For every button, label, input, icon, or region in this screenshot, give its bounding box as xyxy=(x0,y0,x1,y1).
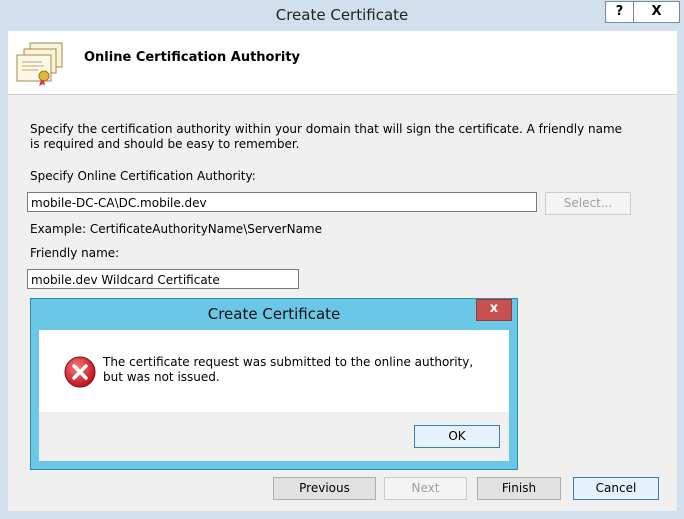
authority-input[interactable]: mobile-DC-CA\DC.mobile.dev xyxy=(27,192,537,212)
dialog-message: The certificate request was submitted to… xyxy=(103,355,474,384)
page-title: Online Certification Authority xyxy=(84,50,301,65)
authority-label: Specify Online Certification Authority: xyxy=(30,169,256,183)
previous-button[interactable]: Previous xyxy=(273,477,376,500)
dialog-title: Create Certificate xyxy=(207,305,341,323)
finish-button[interactable]: Finish xyxy=(477,477,561,500)
description-text: Specify the certification authority with… xyxy=(30,122,623,151)
friendly-name-label: Friendly name: xyxy=(30,246,120,260)
next-button[interactable]: Next xyxy=(384,477,467,500)
example-text: Example: CertificateAuthorityName\Server… xyxy=(30,222,322,236)
close-button[interactable]: X xyxy=(633,1,680,23)
cancel-button[interactable]: Cancel xyxy=(573,477,659,500)
select-button[interactable]: Select... xyxy=(545,192,631,215)
title-bar: Create Certificate ? X xyxy=(0,0,684,31)
help-button[interactable]: ? xyxy=(605,1,634,23)
create-certificate-window: Create Certificate ? X Online Certificat… xyxy=(0,0,684,519)
dialog-content: The certificate request was submitted to… xyxy=(39,330,509,412)
error-dialog: Create Certificate x The certificate req… xyxy=(30,298,518,470)
dialog-body: The certificate request was submitted to… xyxy=(39,330,509,461)
window-title: Create Certificate xyxy=(275,6,409,24)
friendly-name-input[interactable]: mobile.dev Wildcard Certificate xyxy=(27,269,299,289)
dialog-close-button[interactable]: x xyxy=(476,299,512,321)
wizard-header: Online Certification Authority xyxy=(8,31,677,95)
error-icon xyxy=(64,356,96,388)
ok-button[interactable]: OK xyxy=(414,425,500,448)
certificate-icon xyxy=(16,42,63,86)
